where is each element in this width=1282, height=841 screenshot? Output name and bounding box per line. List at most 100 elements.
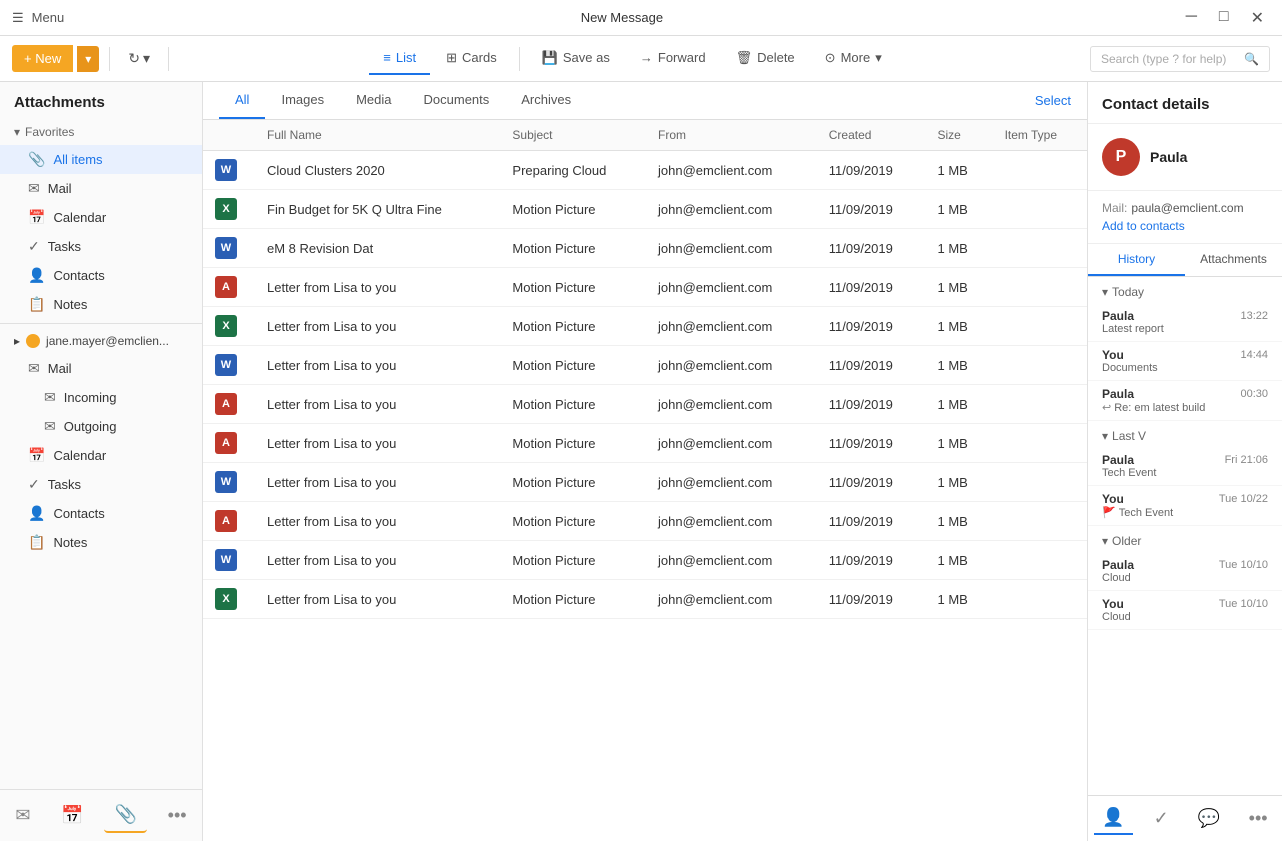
col-size[interactable]: Size — [926, 120, 993, 151]
sidebar-item-notes2[interactable]: 📋 Notes — [0, 528, 202, 557]
history-group-header: ▾ Older — [1088, 526, 1282, 552]
tab-forward[interactable]: → Forward — [626, 42, 720, 75]
bottom-more-button[interactable]: ••• — [158, 798, 197, 833]
table-row[interactable]: W Cloud Clusters 2020 Preparing Cloud jo… — [203, 151, 1087, 190]
history-item[interactable]: You Tue 10/22 🚩 Tech Event — [1088, 486, 1282, 526]
file-subject-cell: Motion Picture — [500, 502, 646, 541]
sidebar-item-tasks[interactable]: ✓ Tasks — [0, 232, 202, 261]
forward-label: Forward — [658, 50, 706, 65]
table-row[interactable]: X Fin Budget for 5K Q Ultra Fine Motion … — [203, 190, 1087, 229]
tab-media[interactable]: Media — [340, 82, 407, 119]
col-from[interactable]: From — [646, 120, 817, 151]
favorites-label: Favorites — [25, 125, 74, 139]
main-area: Attachments ▾ Favorites 📎 All items ✉ Ma… — [0, 82, 1282, 841]
new-button[interactable]: + New — [12, 45, 73, 72]
tab-cards[interactable]: ⊞ Cards — [432, 42, 511, 76]
toolbar-separator — [109, 47, 110, 71]
table-row[interactable]: W eM 8 Revision Dat Motion Picture john@… — [203, 229, 1087, 268]
table-row[interactable]: A Letter from Lisa to you Motion Picture… — [203, 385, 1087, 424]
tab-documents[interactable]: Documents — [408, 82, 506, 119]
col-created[interactable]: Created — [817, 120, 926, 151]
history-item[interactable]: You Tue 10/10 Cloud — [1088, 591, 1282, 630]
sidebar-item-mail[interactable]: ✉ Mail — [0, 174, 202, 203]
sidebar-item-contacts[interactable]: 👤 Contacts — [0, 261, 202, 290]
account-label: jane.mayer@emclien... — [46, 334, 169, 348]
minimize-button[interactable]: ─ — [1180, 6, 1203, 30]
history-subject: 🚩 Tech Event — [1102, 506, 1268, 519]
content-area: All Images Media Documents Archives Sele… — [203, 82, 1087, 841]
panel-check-button[interactable]: ✓ — [1146, 802, 1177, 835]
tab-save-as[interactable]: 💾 Save as — [528, 42, 624, 76]
notes-icon: 📋 — [28, 296, 45, 313]
tab-attachments-panel[interactable]: Attachments — [1185, 244, 1282, 276]
tab-more[interactable]: ⊙ More ▾ — [811, 42, 896, 76]
history-item[interactable]: Paula Fri 21:06 Tech Event — [1088, 447, 1282, 486]
sidebar-item-incoming[interactable]: ✉ Incoming — [0, 383, 202, 412]
file-type-icon: W — [215, 159, 237, 181]
select-button[interactable]: Select — [1035, 83, 1071, 118]
more-arrow: ▾ — [875, 50, 882, 66]
panel-more-button[interactable]: ••• — [1241, 802, 1276, 835]
add-to-contacts-link[interactable]: Add to contacts — [1102, 219, 1268, 233]
sidebar-item-calendar2[interactable]: 📅 Calendar — [0, 441, 202, 470]
history-item[interactable]: Paula Tue 10/10 Cloud — [1088, 552, 1282, 591]
file-size-cell: 1 MB — [926, 190, 993, 229]
file-created-cell: 11/09/2019 — [817, 190, 926, 229]
table-row[interactable]: W Letter from Lisa to you Motion Picture… — [203, 346, 1087, 385]
history-item[interactable]: Paula 00:30 ↩ Re: em latest build — [1088, 381, 1282, 421]
table-row[interactable]: A Letter from Lisa to you Motion Picture… — [203, 268, 1087, 307]
history-item[interactable]: Paula 13:22 Latest report — [1088, 303, 1282, 342]
bottom-calendar-button[interactable]: 📅 — [51, 798, 93, 833]
table-row[interactable]: X Letter from Lisa to you Motion Picture… — [203, 580, 1087, 619]
sidebar-item-all-items[interactable]: 📎 All items — [0, 145, 202, 174]
col-itemtype[interactable]: Item Type — [993, 120, 1087, 151]
bottom-attachments-button[interactable]: 📎 — [104, 798, 146, 833]
col-subject[interactable]: Subject — [500, 120, 646, 151]
table-row[interactable]: W Letter from Lisa to you Motion Picture… — [203, 463, 1087, 502]
sidebar-item-notes[interactable]: 📋 Notes — [0, 290, 202, 319]
col-fullname[interactable]: Full Name — [255, 120, 500, 151]
new-dropdown-arrow[interactable]: ▾ — [77, 46, 99, 72]
history-time: 00:30 — [1240, 388, 1268, 400]
sidebar-item-outgoing[interactable]: ✉ Outgoing — [0, 412, 202, 441]
menu-label[interactable]: Menu — [32, 10, 65, 25]
table-row[interactable]: A Letter from Lisa to you Motion Picture… — [203, 502, 1087, 541]
tab-archives[interactable]: Archives — [505, 82, 587, 119]
account-header[interactable]: ▸ jane.mayer@emclien... — [0, 328, 202, 354]
file-created-cell: 11/09/2019 — [817, 424, 926, 463]
notes2-label: Notes — [53, 535, 87, 550]
tab-delete[interactable]: 🗑 Delete — [722, 42, 809, 76]
sidebar-item-contacts2[interactable]: 👤 Contacts — [0, 499, 202, 528]
file-size-cell: 1 MB — [926, 580, 993, 619]
search-box[interactable]: Search (type ? for help) 🔍 — [1090, 46, 1270, 72]
panel-chat-button[interactable]: 💬 — [1189, 802, 1227, 835]
table-row[interactable]: W Letter from Lisa to you Motion Picture… — [203, 541, 1087, 580]
sidebar-item-mail2[interactable]: ✉ Mail — [0, 354, 202, 383]
maximize-button[interactable]: □ — [1213, 6, 1235, 30]
panel-contact-button[interactable]: 👤 — [1094, 802, 1132, 835]
toolbar-separator-2 — [168, 47, 169, 71]
file-created-cell: 11/09/2019 — [817, 541, 926, 580]
table-row[interactable]: A Letter from Lisa to you Motion Picture… — [203, 424, 1087, 463]
sidebar: Attachments ▾ Favorites 📎 All items ✉ Ma… — [0, 82, 203, 841]
close-button[interactable]: ✕ — [1245, 6, 1270, 30]
refresh-button[interactable]: ↻ ▾ — [120, 44, 158, 73]
refresh-arrow: ▾ — [143, 50, 150, 67]
tab-list[interactable]: ≡ List — [369, 42, 430, 75]
file-itemtype-cell — [993, 346, 1087, 385]
tasks2-label: Tasks — [48, 477, 81, 492]
file-from-cell: john@emclient.com — [646, 229, 817, 268]
sidebar-item-tasks2[interactable]: ✓ Tasks — [0, 470, 202, 499]
favorites-group[interactable]: ▾ Favorites — [0, 119, 202, 145]
table-row[interactable]: X Letter from Lisa to you Motion Picture… — [203, 307, 1087, 346]
history-time: 14:44 — [1240, 349, 1268, 361]
tab-images[interactable]: Images — [265, 82, 340, 119]
bottom-mail-button[interactable]: ✉ — [5, 798, 40, 833]
tab-all[interactable]: All — [219, 82, 265, 119]
file-type-icon: X — [215, 588, 237, 610]
history-item[interactable]: You 14:44 Documents — [1088, 342, 1282, 381]
sidebar-item-calendar[interactable]: 📅 Calendar — [0, 203, 202, 232]
tab-history[interactable]: History — [1088, 244, 1185, 276]
file-size-cell: 1 MB — [926, 463, 993, 502]
file-itemtype-cell — [993, 541, 1087, 580]
